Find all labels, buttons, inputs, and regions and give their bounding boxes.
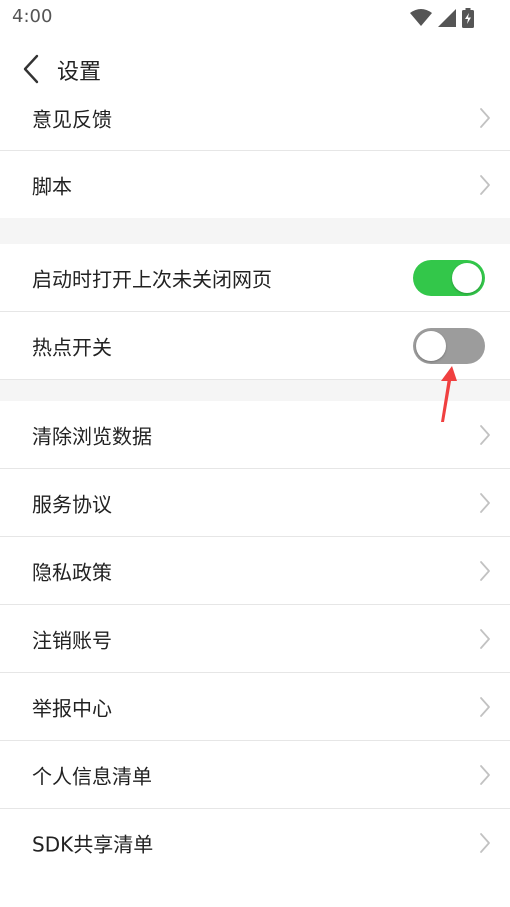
status-time: 4:00 [12, 6, 53, 27]
settings-item-personal-info-list[interactable]: 个人信息清单 [0, 741, 510, 809]
settings-item-label: 热点开关 [32, 335, 112, 360]
chevron-right-icon [480, 107, 490, 128]
settings-item-label: 脚本 [32, 174, 72, 198]
status-bar: 4:00 [0, 0, 510, 34]
settings-item-cancel-account[interactable]: 注销账号 [0, 605, 510, 673]
chevron-right-icon [480, 425, 490, 445]
settings-item-script[interactable]: 脚本 [0, 151, 510, 218]
back-button[interactable] [14, 52, 48, 86]
chevron-right-icon [480, 493, 490, 513]
settings-item-label: 启动时打开上次未关闭网页 [32, 267, 272, 292]
chevron-right-icon [480, 765, 490, 785]
chevron-right-icon [480, 174, 490, 195]
chevron-right-icon [480, 561, 490, 581]
toggle-knob [452, 263, 482, 293]
restore-tabs-toggle[interactable] [413, 260, 485, 296]
settings-item-privacy-policy[interactable]: 隐私政策 [0, 537, 510, 605]
chevron-right-icon [480, 833, 490, 853]
settings-item-label: 服务协议 [32, 492, 112, 517]
status-icons [410, 8, 474, 28]
settings-item-label: 清除浏览数据 [32, 424, 152, 449]
settings-item-label: 个人信息清单 [32, 764, 152, 789]
hotspot-toggle[interactable] [413, 328, 485, 364]
chevron-right-icon [480, 697, 490, 717]
toggle-knob [416, 331, 446, 361]
settings-item-label: 举报中心 [32, 696, 112, 721]
annotation-arrow-icon [441, 366, 457, 422]
settings-item-label: SDK共享清单 [32, 832, 154, 857]
section-gap [0, 218, 510, 244]
signal-icon [438, 9, 456, 27]
settings-item-feedback[interactable]: 意见反馈 [0, 84, 510, 151]
settings-item-service-agreement[interactable]: 服务协议 [0, 469, 510, 537]
settings-item-report-center[interactable]: 举报中心 [0, 673, 510, 741]
settings-item-label: 意见反馈 [32, 107, 112, 131]
battery-charging-icon [462, 8, 474, 28]
settings-item-label: 注销账号 [32, 628, 112, 653]
settings-item-label: 隐私政策 [32, 560, 112, 585]
wifi-icon [410, 9, 432, 26]
page-title: 设置 [57, 60, 102, 85]
chevron-right-icon [480, 629, 490, 649]
settings-item-restore-tabs: 启动时打开上次未关闭网页 [0, 244, 510, 312]
settings-item-sdk-sharing-list[interactable]: SDK共享清单 [0, 809, 510, 877]
chevron-left-icon [23, 54, 39, 84]
